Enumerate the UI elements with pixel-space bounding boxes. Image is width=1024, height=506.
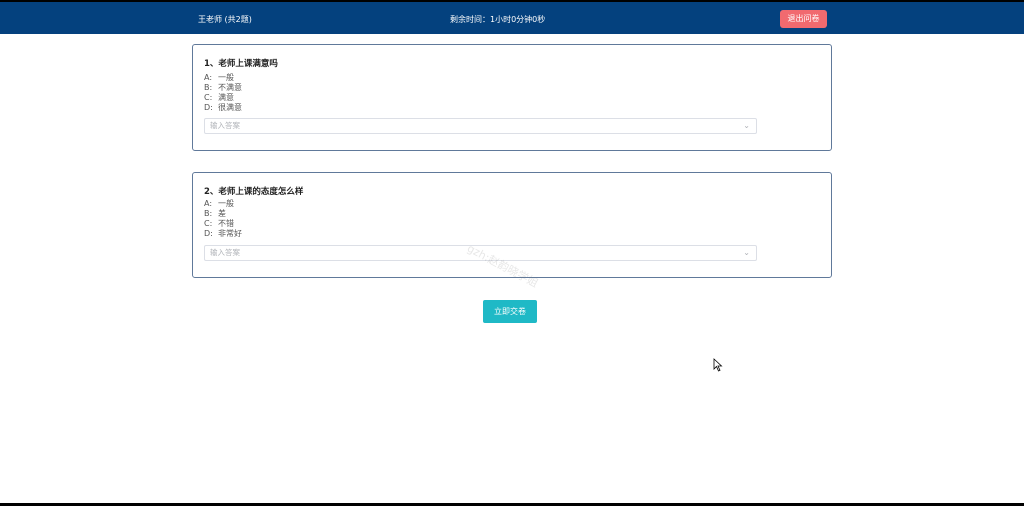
chevron-down-icon: ⌄ bbox=[743, 248, 750, 257]
answer-select[interactable]: 输入答案 ⌄ bbox=[204, 118, 757, 134]
option-text: 不错 bbox=[218, 219, 234, 228]
option-text: 很满意 bbox=[218, 103, 242, 112]
option-key: A: bbox=[204, 73, 213, 82]
option-text: 满意 bbox=[218, 93, 234, 102]
option-d: D: 非常好 bbox=[204, 228, 242, 239]
app-header: 王老师 (共2题) 剩余时间：1小时0分钟0秒 退出问卷 bbox=[0, 2, 1024, 34]
option-text: 非常好 bbox=[218, 229, 242, 238]
remaining-time: 剩余时间：1小时0分钟0秒 bbox=[450, 15, 546, 24]
option-text: 不满意 bbox=[218, 83, 242, 92]
submit-button[interactable]: 立即交卷 bbox=[483, 300, 537, 323]
option-text: 一般 bbox=[218, 199, 234, 208]
exit-survey-button[interactable]: 退出问卷 bbox=[780, 10, 827, 28]
option-key: C: bbox=[204, 93, 213, 102]
answer-placeholder: 输入答案 bbox=[210, 121, 240, 130]
option-key: D: bbox=[204, 103, 213, 112]
option-key: C: bbox=[204, 219, 213, 228]
answer-placeholder: 输入答案 bbox=[210, 248, 240, 257]
quiz-title: 王老师 (共2题) bbox=[198, 15, 252, 24]
option-text: 差 bbox=[218, 209, 226, 218]
option-key: A: bbox=[204, 199, 213, 208]
question-card-1: 1、老师上课满意吗 A: 一般 B: 不满意 C: 满意 D: 很满意 输入答案 ⌄ bbox=[192, 44, 832, 151]
chevron-down-icon: ⌄ bbox=[743, 121, 750, 130]
option-d: D: 很满意 bbox=[204, 102, 242, 113]
mouse-cursor-icon bbox=[713, 358, 723, 372]
option-key: D: bbox=[204, 229, 213, 238]
option-key: B: bbox=[204, 83, 213, 92]
question-title: 1、老师上课满意吗 bbox=[204, 59, 278, 69]
question-title: 2、老师上课的态度怎么样 bbox=[204, 187, 304, 197]
option-key: B: bbox=[204, 209, 213, 218]
option-text: 一般 bbox=[218, 73, 234, 82]
